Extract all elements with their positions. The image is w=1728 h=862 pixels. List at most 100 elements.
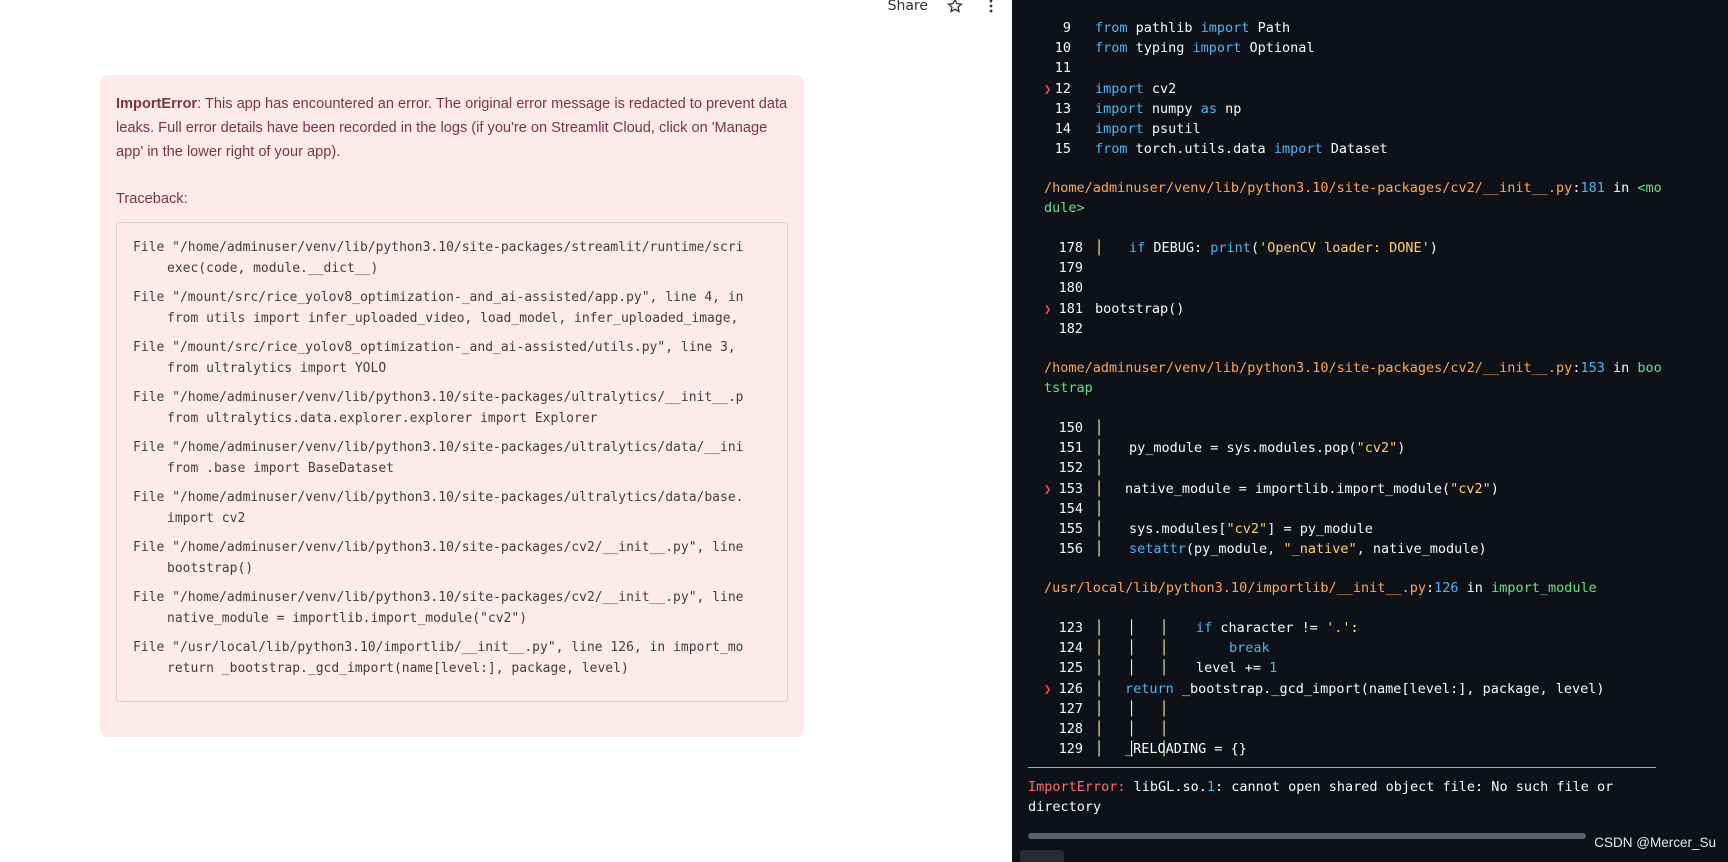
indent-guide: │ [1095,420,1104,436]
console-log-panel[interactable]: 9 from pathlib import Path 10 from typing i… [1012,0,1728,862]
line-number: 180 [1058,280,1083,297]
traceback-file: File "/home/adminuser/venv/lib/python3.1… [133,540,744,555]
traceback-entry: File "/home/adminuser/venv/lib/python3.1… [133,437,787,479]
indent-guide: │ │ │ [1095,620,1169,636]
indent-guide: │ [1095,480,1104,497]
line-number: 129 [1058,741,1083,758]
final-error: ImportError: libGL.so.1: cannot open sha… [1028,777,1648,817]
line-number: 123 [1058,620,1083,636]
traceback-code: from ultralytics.data.explorer.explorer … [167,411,598,426]
code-text: level += 1 [1196,660,1278,677]
line-number: 126 [1058,680,1083,697]
line-number: 13 [1054,100,1071,117]
stack-frame-header: /home/adminuser/venv/lib/python3.10/site… [1044,360,1662,396]
code-text: from torch.utils.data import Dataset [1095,141,1388,158]
indent-guide: │ │ │ [1095,721,1169,737]
indent-guide: │ │ │ [1095,700,1169,717]
code-text: if character != '.': [1196,620,1359,636]
traceback-label: Traceback: [116,191,188,207]
line-number: 152 [1058,460,1083,477]
traceback-entry: File "/mount/src/rice_yolov8_optimizatio… [133,287,787,329]
indent-guide: │ [1095,460,1104,477]
line-number: 156 [1058,541,1083,558]
line-number: 178 [1058,240,1083,256]
indent-guide: │ │ │ [1095,660,1169,677]
line-number: 155 [1058,521,1083,537]
error-divider [1028,767,1656,768]
traceback-entry: File "/home/adminuser/venv/lib/python3.1… [133,237,787,279]
line-number: 128 [1058,721,1083,737]
traceback-entry: File "/home/adminuser/venv/lib/python3.1… [133,537,787,579]
traceback-entry: File "/usr/local/lib/python3.10/importli… [133,637,787,679]
error-alert: ImportError: This app has encountered an… [100,75,804,737]
line-number: 182 [1058,320,1083,337]
traceback-entry: File "/home/adminuser/venv/lib/python3.1… [133,587,787,629]
traceback-code: from utils import infer_uploaded_video, … [167,311,739,326]
traceback-file: File "/usr/local/lib/python3.10/importli… [133,640,744,655]
final-error-type: ImportError: [1028,779,1126,795]
traceback-file: File "/mount/src/rice_yolov8_optimizatio… [133,340,736,355]
error-type: ImportError [116,96,198,112]
traceback-code: from .base import BaseDataset [167,461,394,476]
share-button[interactable]: Share [888,0,928,14]
line-number: 154 [1058,500,1083,517]
horizontal-scrollbar[interactable] [1028,833,1586,839]
code-text: import numpy as np [1095,100,1242,117]
traceback-entry: File "/home/adminuser/venv/lib/python3.1… [133,487,787,529]
indent-guide: │ [1095,541,1104,558]
code-text: if DEBUG: print('OpenCV loader: DONE') [1129,240,1438,256]
code-text: py_module = sys.modules.pop("cv2") [1129,440,1406,457]
line-number: 11 [1054,60,1071,77]
app-toolbar: Share [888,0,1000,18]
traceback-code: bootstrap() [167,561,254,576]
code-text: break [1229,640,1270,657]
line-number: 153 [1058,480,1083,497]
line-number: 151 [1058,440,1083,457]
traceback-file: File "/home/adminuser/venv/lib/python3.1… [133,240,744,255]
traceback-file: File "/home/adminuser/venv/lib/python3.1… [133,490,744,505]
traceback-code: exec(code, module.__dict__) [167,261,379,276]
traceback-entry: File "/mount/src/rice_yolov8_optimizatio… [133,337,787,379]
line-number: 15 [1054,141,1071,158]
star-icon[interactable] [946,0,964,15]
indent-guide: │ [1095,500,1104,517]
indent-guide: │ [1095,240,1104,256]
line-number: 10 [1054,40,1071,57]
traceback-box[interactable]: File "/home/adminuser/venv/lib/python3.1… [116,222,788,702]
line-number: 127 [1058,700,1083,717]
indent-guide: │ │ │ [1095,640,1169,657]
traceback-code: native_module = importlib.import_module(… [167,611,528,626]
line-number: 12 [1054,80,1071,97]
code-text: native_module = importlib.import_module(… [1125,480,1499,497]
line-number: 179 [1058,260,1083,277]
line-number: 150 [1058,420,1083,436]
app-main-area: Share ImportError: This app has encounte… [0,0,1012,862]
indent-guide: │ [1095,521,1104,537]
code-text: setattr(py_module, "_native", native_mod… [1129,541,1487,558]
kebab-menu-icon[interactable] [982,0,1000,15]
code-text: sys.modules["cv2"] = py_module [1129,521,1373,537]
line-number: 181 [1058,300,1083,317]
error-message: ImportError: This app has encountered an… [116,92,788,164]
traceback-code: return _bootstrap._gcd_import(name[level… [167,661,629,676]
code-text: from typing import Optional [1095,40,1315,57]
stack-frame-header: /usr/local/lib/python3.10/importlib/__in… [1044,580,1597,596]
traceback-file: File "/mount/src/rice_yolov8_optimizatio… [133,290,744,305]
indent-guide: │ [1095,680,1104,697]
code-text: bootstrap() [1095,300,1185,317]
code-text: _RELOADING = {} [1125,741,1247,758]
traceback-code: import cv2 [167,511,246,526]
error-text: : This app has encountered an error. The… [116,96,788,160]
traceback-code: from ultralytics import YOLO [167,361,387,376]
code-text: import psutil [1095,121,1201,137]
watermark: CSDN @Mercer_Su [1594,835,1716,850]
line-number: 125 [1058,660,1083,677]
line-number: 14 [1054,121,1071,137]
code-text: return _bootstrap._gcd_import(name[level… [1125,680,1605,697]
traceback-entry: File "/home/adminuser/venv/lib/python3.1… [133,387,787,429]
line-number: 9 [1062,20,1071,36]
traceback-file: File "/home/adminuser/venv/lib/python3.1… [133,390,744,405]
code-text: import cv2 [1095,80,1177,97]
console-toggle-button[interactable] [1020,850,1064,862]
stack-frame-header: /home/adminuser/venv/lib/python3.10/site… [1044,180,1662,216]
